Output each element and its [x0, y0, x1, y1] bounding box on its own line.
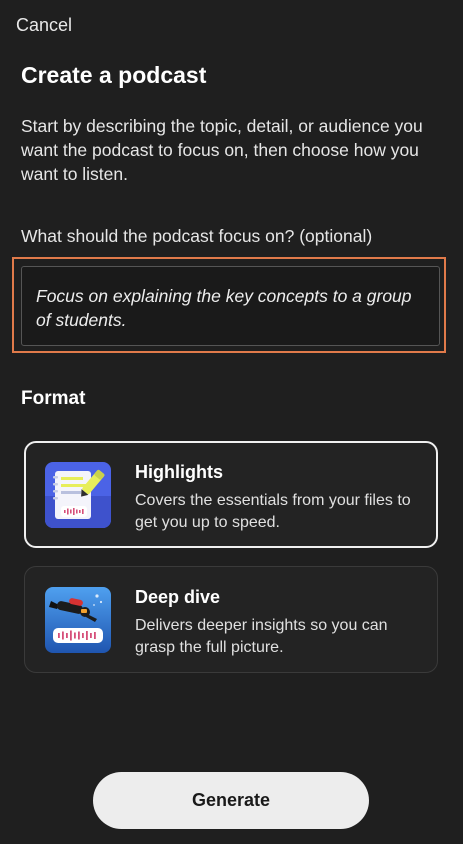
intro-text: Start by describing the topic, detail, o… — [21, 116, 423, 184]
deep-dive-diver-icon — [45, 587, 111, 653]
page-title: Create a podcast — [21, 62, 207, 88]
highlights-notepad-icon — [45, 462, 111, 528]
format-heading: Format — [21, 388, 86, 409]
focus-label: What should the podcast focus on? (optio… — [21, 226, 373, 246]
highlights-title: Highlights — [135, 462, 223, 482]
focus-input[interactable]: Focus on explaining the key concepts to … — [21, 266, 440, 346]
cancel-button[interactable]: Cancel — [16, 15, 72, 36]
format-option-highlights[interactable]: Highlights Covers the essentials from yo… — [24, 441, 438, 548]
highlights-description: Covers the essentials from your files to… — [135, 492, 411, 531]
format-option-deep-dive[interactable]: Deep dive Delivers deeper insights so yo… — [24, 566, 438, 673]
generate-button[interactable]: Generate — [93, 772, 369, 829]
deep-dive-description: Delivers deeper insights so you can gras… — [135, 617, 388, 656]
deep-dive-title: Deep dive — [135, 587, 221, 607]
